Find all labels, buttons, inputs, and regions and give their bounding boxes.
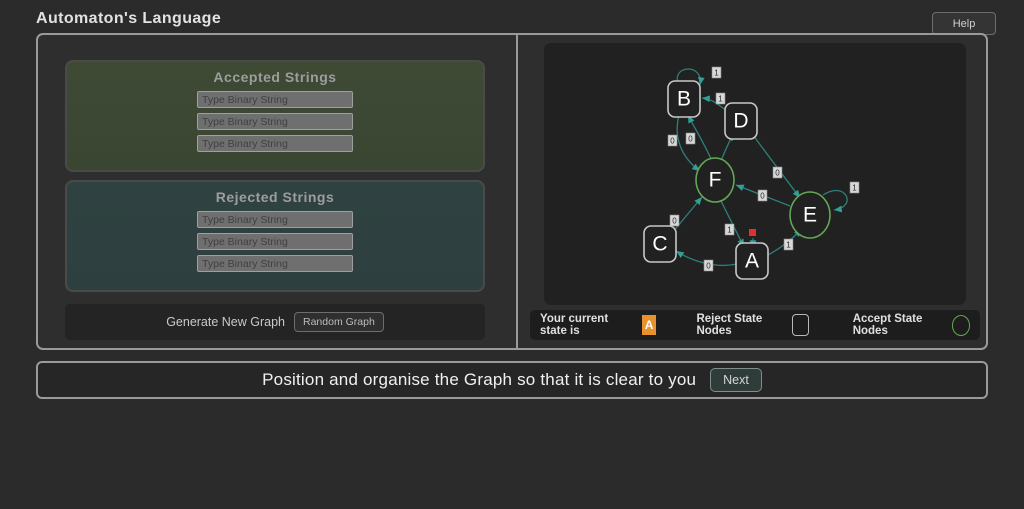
svg-text:0: 0 — [775, 169, 780, 178]
svg-text:0: 0 — [760, 192, 765, 201]
generate-graph-row: Generate New Graph Random Graph — [65, 304, 485, 340]
graph-nodes[interactable]: B D C A F E — [643, 80, 831, 280]
svg-text:A: A — [745, 250, 759, 273]
random-graph-button[interactable]: Random Graph — [294, 312, 384, 332]
svg-text:C: C — [652, 233, 667, 256]
legend-reject-nodes: Reject State Nodes — [696, 313, 809, 337]
svg-text:E: E — [803, 204, 817, 227]
strings-column: Accepted Strings Rejected Strings — [38, 35, 518, 348]
svg-text:D: D — [733, 110, 748, 133]
svg-text:0: 0 — [688, 135, 693, 144]
rejected-input-row — [67, 211, 483, 228]
accept-nodes-label: Accept State Nodes — [852, 313, 923, 337]
svg-text:F: F — [709, 169, 722, 192]
rejected-strings-title: Rejected Strings — [215, 189, 335, 205]
svg-text:B: B — [677, 88, 691, 111]
accepted-strings-title: Accepted Strings — [213, 69, 337, 85]
graph-node-B[interactable]: B — [667, 80, 701, 118]
generate-graph-label: Generate New Graph — [166, 315, 285, 329]
edge-label-F-A: 1 — [724, 223, 735, 236]
svg-text:1: 1 — [727, 226, 732, 235]
accepted-input-row — [67, 91, 483, 108]
instruction-bar: Position and organise the Graph so that … — [36, 361, 988, 399]
instruction-text: Position and organise the Graph so that … — [262, 370, 697, 389]
current-state-label: Your current state is — [540, 313, 609, 337]
svg-text:1: 1 — [718, 95, 723, 104]
edge-label-D-B: 1 — [715, 92, 726, 105]
rejected-string-input-2[interactable] — [197, 233, 353, 250]
help-button[interactable]: Help — [932, 12, 996, 35]
graph-node-F[interactable]: F — [695, 157, 735, 203]
accepted-input-row — [67, 135, 483, 152]
graph-node-C[interactable]: C — [643, 225, 677, 263]
graph-node-A[interactable]: A — [735, 242, 769, 280]
svg-text:0: 0 — [672, 217, 677, 226]
automaton-language-app: Automaton's Language Help Accepted Strin… — [0, 0, 1024, 509]
edge-label-E-F: 0 — [757, 189, 768, 202]
accept-node-swatch-icon — [951, 314, 970, 336]
edge-label-B-F: 0 — [667, 134, 678, 147]
rejected-input-row — [67, 255, 483, 272]
edge-label-B-B: 1 — [711, 66, 722, 79]
graph-node-E[interactable]: E — [789, 191, 831, 239]
rejected-string-input-3[interactable] — [197, 255, 353, 272]
legend-bar: Your current state is A Reject State Nod… — [530, 310, 980, 340]
page-title: Automaton's Language — [36, 10, 222, 27]
rejected-strings-panel: Rejected Strings — [65, 180, 485, 292]
accepted-input-row — [67, 113, 483, 130]
graph-canvas[interactable]: 1 1 0 0 0 1 0 0 1 0 1 B D C A F E — [544, 43, 966, 305]
edge-label-D-E: 0 — [772, 166, 783, 179]
edge-D-E[interactable] — [752, 134, 801, 199]
accepted-string-input-2[interactable] — [197, 113, 353, 130]
edge-label-E-E: 1 — [849, 181, 860, 194]
reject-nodes-label: Reject State Nodes — [696, 313, 763, 337]
rejected-input-row — [67, 233, 483, 250]
edge-label-A-C: 0 — [703, 259, 714, 272]
rejected-string-input-1[interactable] — [197, 211, 353, 228]
legend-accept-nodes: Accept State Nodes — [853, 313, 970, 337]
svg-text:0: 0 — [670, 137, 675, 146]
edge-F-A[interactable] — [719, 198, 745, 248]
svg-text:1: 1 — [786, 241, 791, 250]
graph-node-D[interactable]: D — [724, 102, 758, 140]
svg-text:0: 0 — [706, 262, 711, 271]
accepted-string-input-1[interactable] — [197, 91, 353, 108]
current-state-badge: A — [641, 315, 657, 335]
legend-current-state: Your current state is A — [540, 313, 657, 337]
main-frame: Accepted Strings Rejected Strings — [36, 33, 988, 350]
accepted-strings-panel: Accepted Strings — [65, 60, 485, 172]
accepted-string-input-3[interactable] — [197, 135, 353, 152]
next-button[interactable]: Next — [710, 368, 762, 392]
svg-text:1: 1 — [714, 69, 719, 78]
graph-column: 1 1 0 0 0 1 0 0 1 0 1 B D C A F E Your c… — [520, 35, 986, 348]
automaton-graph-svg[interactable]: 1 1 0 0 0 1 0 0 1 0 1 B D C A F E — [544, 43, 966, 305]
edge-label-F-B: 0 — [685, 132, 696, 145]
svg-text:1: 1 — [852, 184, 857, 193]
edge-label-C-F: 0 — [669, 214, 680, 227]
edge-label-A-E: 1 — [783, 238, 794, 251]
reject-node-swatch-icon — [792, 314, 809, 336]
